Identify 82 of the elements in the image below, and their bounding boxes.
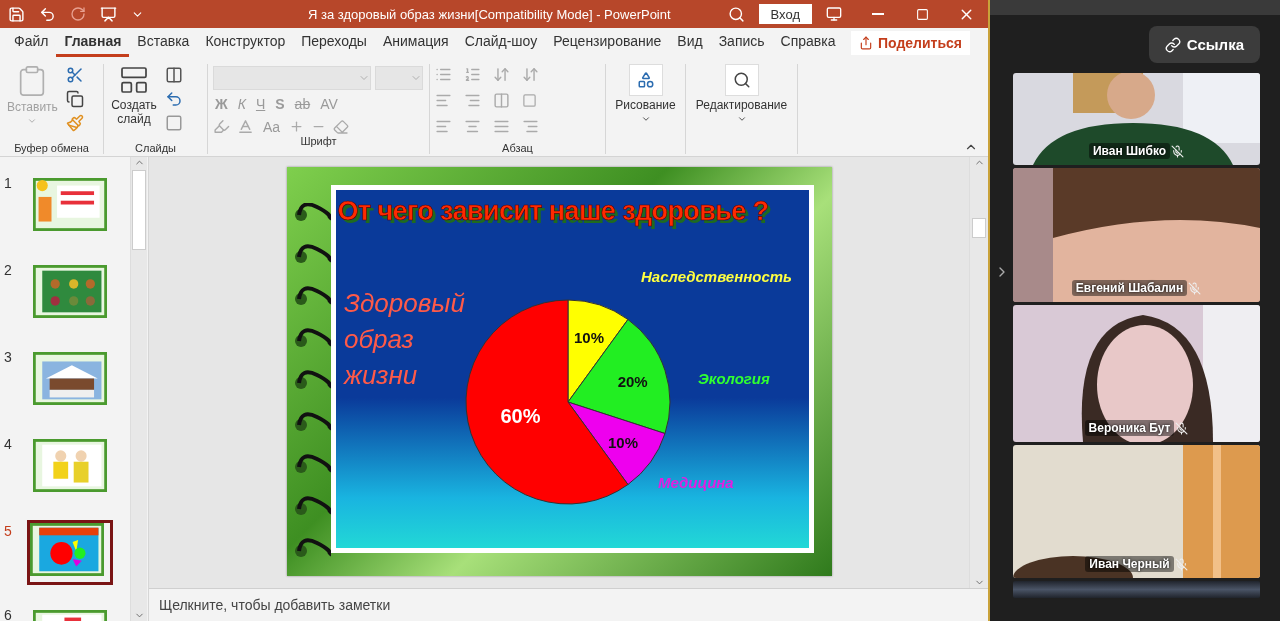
numbering-icon[interactable] bbox=[464, 66, 481, 83]
font-name-field[interactable] bbox=[213, 66, 371, 90]
scrollbar[interactable] bbox=[130, 157, 147, 621]
ribbon-tab[interactable]: Рецензирование bbox=[545, 29, 670, 57]
group-label: Шрифт bbox=[299, 135, 338, 147]
ribbon-tab[interactable]: Главная bbox=[56, 29, 130, 57]
link-icon bbox=[1164, 36, 1181, 53]
data-label: 10% bbox=[573, 329, 604, 347]
maximize-icon bbox=[915, 7, 929, 21]
layout-icon[interactable] bbox=[165, 66, 183, 84]
share-icon bbox=[858, 36, 873, 50]
slide-title: От чего зависит наше здоровье ? bbox=[336, 195, 770, 228]
data-label: 60% bbox=[499, 405, 540, 428]
caret-icon bbox=[640, 114, 651, 124]
ribbon-tab[interactable]: Анимация bbox=[374, 29, 457, 57]
category-label: Экология bbox=[697, 370, 770, 387]
ribbon-tab[interactable]: Запись bbox=[710, 29, 773, 57]
redo-icon[interactable] bbox=[70, 6, 86, 22]
font-size-field[interactable] bbox=[375, 66, 423, 90]
text-direction-icon[interactable] bbox=[522, 66, 539, 83]
scroll-thumb[interactable] bbox=[972, 218, 986, 238]
reset-icon[interactable] bbox=[165, 90, 183, 108]
save-icon[interactable] bbox=[8, 5, 25, 23]
justify-icon[interactable] bbox=[493, 118, 510, 135]
caret-icon bbox=[27, 116, 38, 126]
slide-number: 5 bbox=[3, 523, 13, 539]
link-button[interactable]: Ссылка bbox=[1148, 26, 1260, 63]
caret-icon bbox=[736, 114, 747, 124]
align-right-icon[interactable] bbox=[522, 118, 539, 135]
format-painter-icon[interactable] bbox=[65, 114, 84, 132]
undo-icon[interactable] bbox=[39, 5, 56, 23]
slide-number: 1 bbox=[3, 175, 13, 191]
scrollbar[interactable] bbox=[969, 157, 988, 588]
window-title: Я за здоровый образ жизни[Compatibility Mode] - PowerPoint bbox=[308, 6, 671, 22]
slide-thumbnail[interactable] bbox=[27, 520, 113, 585]
participant-name: Евгений Шабалин bbox=[1071, 280, 1188, 296]
group-label: Буфер обмена bbox=[13, 142, 90, 154]
ribbon-tab[interactable]: Справка bbox=[772, 29, 844, 57]
highlighter-icon[interactable] bbox=[213, 118, 230, 135]
editing-button[interactable]: Редактирование bbox=[691, 64, 792, 124]
slide-number: 6 bbox=[3, 607, 13, 621]
ribbon-tab[interactable]: Вид bbox=[669, 29, 711, 57]
ribbon-tab[interactable]: Конструктор bbox=[197, 29, 294, 57]
slide-number: 4 bbox=[3, 436, 13, 452]
grow-font-icon[interactable] bbox=[289, 119, 305, 134]
align-center-icon[interactable] bbox=[464, 118, 481, 135]
minimize-icon bbox=[872, 13, 884, 15]
line-spacing-icon[interactable] bbox=[493, 66, 510, 83]
clear-format-icon[interactable] bbox=[333, 118, 350, 135]
data-label: 20% bbox=[617, 373, 648, 390]
drawing-button[interactable]: Рисование bbox=[611, 64, 680, 124]
category-label: Наследственность bbox=[640, 268, 792, 285]
font-color-icon[interactable] bbox=[237, 118, 254, 135]
search-icon bbox=[732, 71, 751, 89]
scroll-thumb[interactable] bbox=[132, 170, 146, 250]
data-label: 10% bbox=[607, 433, 638, 451]
bullets-icon[interactable] bbox=[435, 66, 452, 83]
copy-icon[interactable] bbox=[65, 90, 84, 108]
notes-placeholder[interactable]: Щелкните, чтобы добавить заметки bbox=[159, 597, 391, 613]
group-label: Слайды bbox=[134, 142, 177, 154]
slide-number: 3 bbox=[3, 349, 13, 365]
group-label: Абзац bbox=[501, 142, 534, 154]
cut-icon[interactable] bbox=[65, 66, 84, 84]
sign-in-button[interactable]: Вход bbox=[758, 4, 812, 24]
participant-name: Иван Шибко bbox=[1088, 143, 1171, 159]
display-options-icon[interactable] bbox=[826, 6, 842, 22]
category-label: Здоровый образ жизни bbox=[343, 288, 465, 390]
participant-name: Иван Черный bbox=[1085, 556, 1174, 572]
columns-icon[interactable] bbox=[493, 92, 510, 109]
new-slide-button[interactable]: Создать слайд bbox=[109, 64, 159, 142]
share-button[interactable]: Поделиться bbox=[850, 31, 970, 55]
ribbon-tab[interactable]: Переходы bbox=[293, 29, 375, 57]
search-icon[interactable] bbox=[727, 5, 745, 23]
ribbon-tab[interactable]: Файл bbox=[6, 29, 57, 57]
slide-layout-icon bbox=[118, 64, 150, 96]
presentation-icon[interactable] bbox=[100, 5, 117, 23]
ribbon-tab[interactable]: Вставка bbox=[129, 29, 198, 57]
ribbon-tab[interactable]: Слайд-шоу bbox=[456, 29, 546, 57]
shapes-icon bbox=[636, 71, 655, 89]
category-label: Медицина bbox=[657, 474, 734, 491]
slide-number: 2 bbox=[3, 262, 13, 278]
align-left-icon[interactable] bbox=[435, 118, 452, 135]
